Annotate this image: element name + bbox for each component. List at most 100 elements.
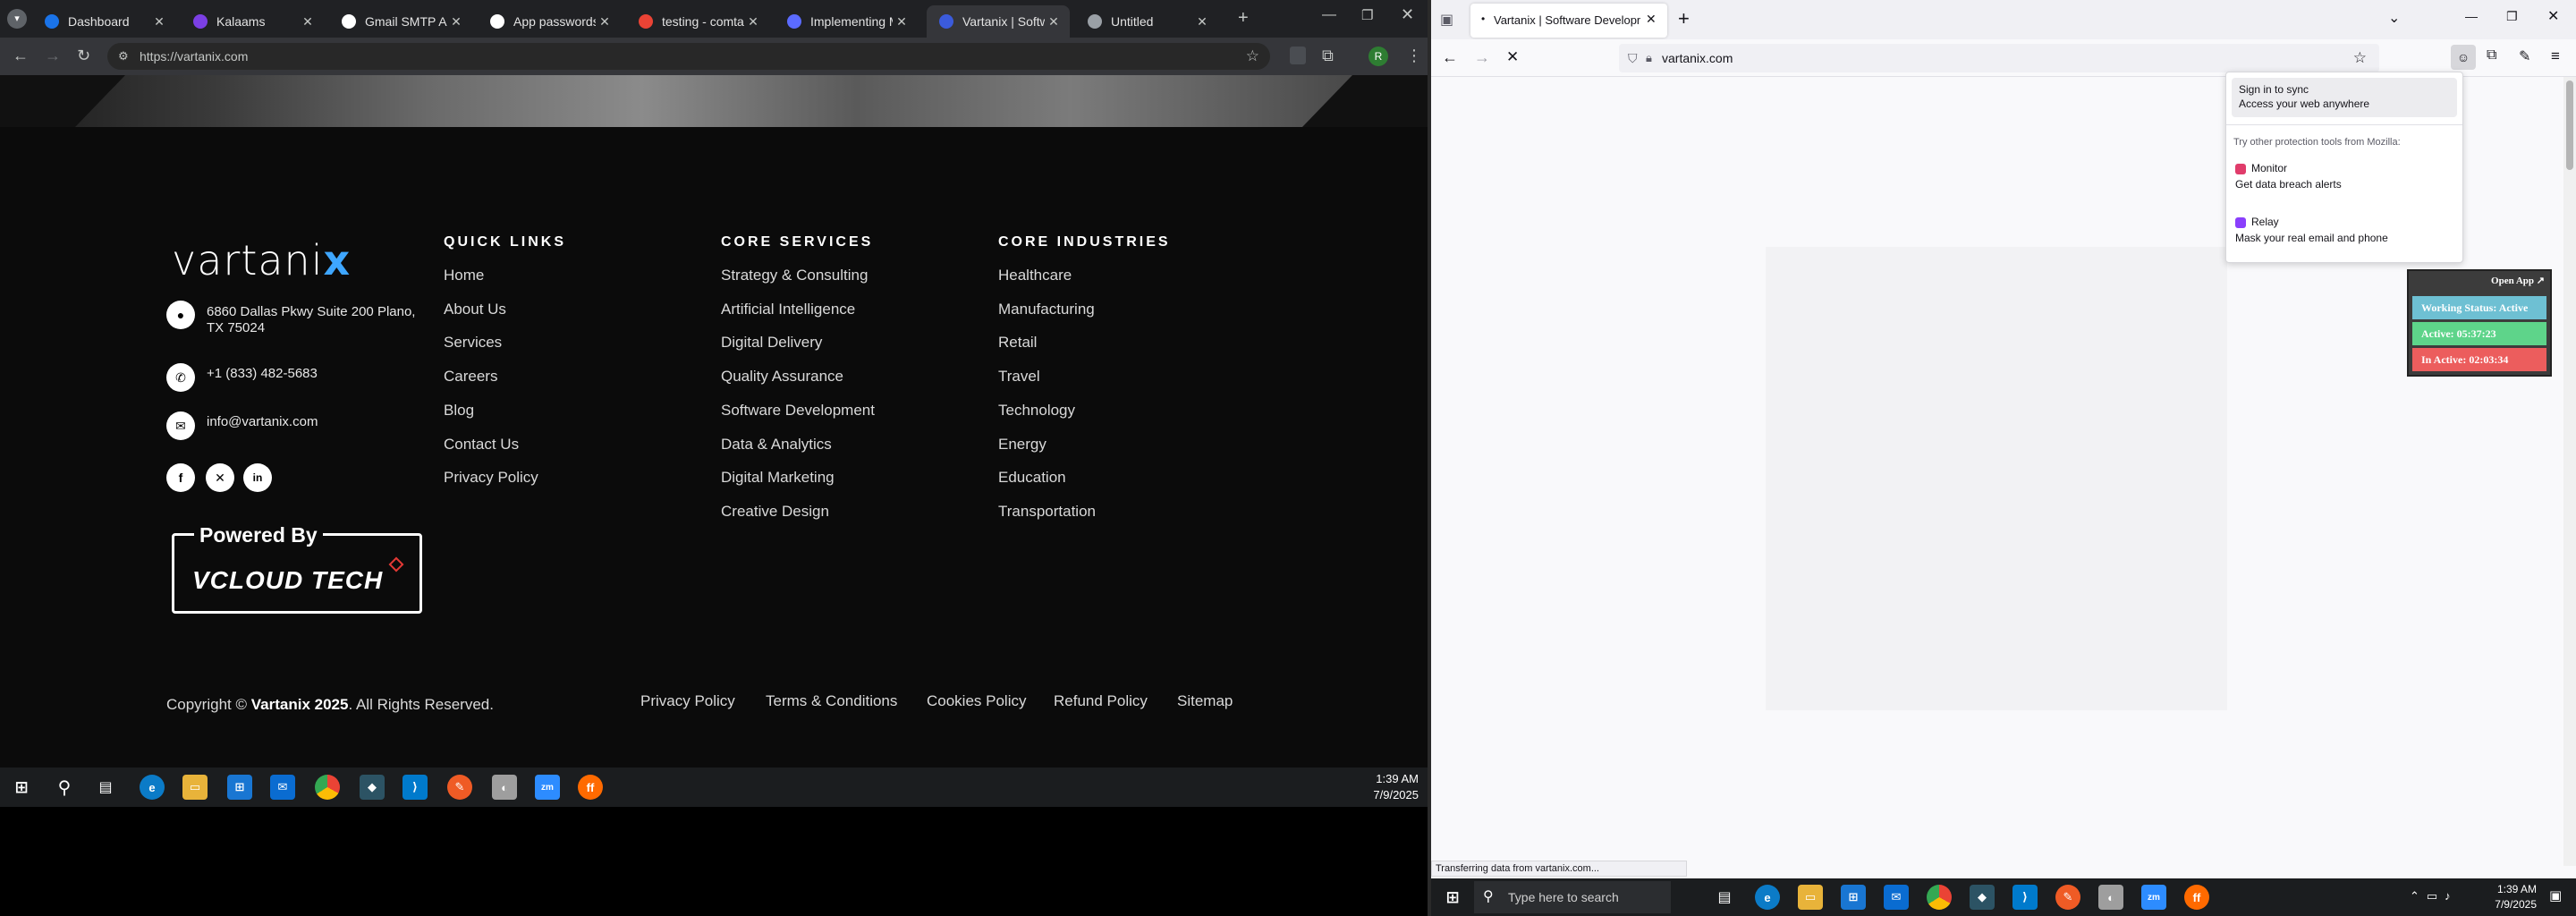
mail-app-icon[interactable]: ✉ — [270, 775, 295, 800]
file-explorer-icon[interactable]: ▭ — [182, 775, 208, 800]
firefox-address-bar[interactable]: ⛉ 🔒︎ vartanix.com ☆ — [1619, 44, 2379, 72]
bottom-link[interactable]: Privacy Policy — [640, 692, 735, 710]
bottom-link[interactable]: Cookies Policy — [927, 692, 1027, 710]
close-tab-icon[interactable]: ✕ — [1646, 12, 1657, 27]
chrome-tab[interactable]: Dashboard ✕ — [32, 5, 175, 38]
quick_links-link[interactable]: Services — [444, 334, 502, 352]
services-link[interactable]: Quality Assurance — [721, 368, 843, 386]
minimize-button[interactable]: — — [1322, 7, 1336, 23]
store-icon[interactable]: ⊞ — [1841, 885, 1866, 910]
chrome-tab[interactable]: Kalaams ✕ — [181, 5, 324, 38]
sign-in-sync-item[interactable]: Sign in to sync Access your web anywhere — [2232, 78, 2457, 117]
firefox-taskbar-icon[interactable]: ff — [578, 775, 603, 800]
vscode-icon[interactable]: ⟩ — [402, 775, 428, 800]
vartanix-logo[interactable]: vartanix — [172, 236, 351, 284]
address-bar[interactable]: ⚙ https://vartanix.com ☆ — [107, 43, 1270, 70]
taskbar-clock[interactable]: 1:39 AM 7/9/2025 — [2476, 882, 2537, 912]
site-info-icon[interactable]: ⚙ — [118, 43, 129, 70]
open-app-button[interactable]: Open App ↗ — [2491, 275, 2545, 286]
bookmark-star-icon[interactable]: ☆ — [1246, 43, 1259, 70]
close-tab-icon[interactable]: ✕ — [893, 14, 911, 30]
close-window-button[interactable]: ✕ — [2547, 7, 2559, 25]
zoom-icon[interactable]: zm — [2141, 885, 2166, 910]
eyedropper-icon[interactable]: ✎ — [2519, 47, 2530, 65]
chrome-tab[interactable]: Vartanix | Softwar✕ — [927, 5, 1070, 38]
x-twitter-icon[interactable]: ✕ — [206, 463, 234, 492]
quick_links-link[interactable]: Contact Us — [444, 436, 519, 454]
app-icon[interactable]: ◆ — [1970, 885, 1995, 910]
firefox-taskbar-icon[interactable]: ff — [2184, 885, 2209, 910]
file-explorer-icon[interactable]: ▭ — [1798, 885, 1823, 910]
close-tab-icon[interactable]: ✕ — [596, 14, 614, 30]
mail-app-icon[interactable]: ✉ — [1884, 885, 1909, 910]
tracking-shield-icon[interactable]: ⛉ — [1628, 44, 1638, 72]
close-tab-icon[interactable]: ✕ — [1045, 14, 1063, 30]
search-icon[interactable]: ⚲ — [52, 775, 77, 800]
quick_links-link[interactable]: Careers — [444, 368, 497, 386]
industries-link[interactable]: Energy — [998, 436, 1046, 454]
back-icon[interactable]: ← — [1442, 48, 1458, 67]
notification-icon[interactable]: ▣ — [2549, 887, 2562, 903]
chrome-tab[interactable]: Implementing Ma✕ — [775, 5, 918, 38]
new-tab-button[interactable]: + — [1678, 7, 1690, 30]
tray-icons[interactable]: ⌃▭♪ — [2410, 889, 2458, 903]
linkedin-icon[interactable]: in — [243, 463, 272, 492]
account-icon[interactable]: ☺ — [2451, 45, 2476, 70]
close-tab-icon[interactable]: ✕ — [744, 14, 762, 30]
close-tab-icon[interactable]: ✕ — [299, 14, 317, 30]
forward-icon[interactable]: → — [45, 47, 61, 65]
tab-search-button[interactable]: ▾ — [7, 9, 27, 29]
restore-button[interactable]: ❐ — [1361, 7, 1373, 23]
firefox-active-tab[interactable]: • Vartanix | Software Developme ✕ — [1470, 4, 1667, 38]
close-window-button[interactable]: ✕ — [1401, 5, 1414, 24]
hamburger-menu-icon[interactable]: ≡ — [2551, 47, 2560, 65]
chrome-taskbar-icon[interactable] — [1927, 885, 1952, 910]
app-icon-2[interactable]: ◐ — [492, 775, 517, 800]
services-link[interactable]: Digital Marketing — [721, 469, 835, 487]
reload-icon[interactable]: ↻ — [77, 47, 90, 65]
quick_links-link[interactable]: Privacy Policy — [444, 469, 538, 487]
facebook-icon[interactable]: f — [166, 463, 195, 492]
task-view-icon[interactable]: ▤ — [93, 775, 118, 800]
zoom-icon[interactable]: zm — [535, 775, 560, 800]
chrome-tab[interactable]: App passwords ✕ — [478, 5, 621, 38]
taskbar-search[interactable]: ⚲ Type here to search — [1474, 881, 1671, 913]
new-tab-button[interactable]: + — [1238, 8, 1249, 29]
stop-loading-icon[interactable]: ✕ — [1506, 48, 1519, 66]
app-icon-2[interactable]: ◐ — [2098, 885, 2123, 910]
services-link[interactable]: Digital Delivery — [721, 334, 822, 352]
quick_links-link[interactable]: Home — [444, 267, 484, 284]
store-icon[interactable]: ⊞ — [227, 775, 252, 800]
task-view-icon[interactable]: ▤ — [1712, 885, 1737, 910]
bottom-link[interactable]: Refund Policy — [1054, 692, 1148, 710]
industries-link[interactable]: Retail — [998, 334, 1037, 352]
email-text[interactable]: info@vartanix.com — [207, 414, 318, 430]
quick_links-link[interactable]: About Us — [444, 301, 506, 318]
chrome-taskbar-icon[interactable] — [315, 775, 340, 800]
bottom-link[interactable]: Sitemap — [1177, 692, 1233, 710]
windows-start-icon[interactable]: ⊞ — [9, 775, 34, 800]
chrome-tab[interactable]: testing - comtan ✕ — [626, 5, 769, 38]
close-tab-icon[interactable]: ✕ — [447, 14, 465, 30]
restore-button[interactable]: ❐ — [2506, 9, 2518, 24]
services-link[interactable]: Software Development — [721, 402, 875, 420]
postman-icon[interactable]: ✎ — [2055, 885, 2080, 910]
industries-link[interactable]: Travel — [998, 368, 1040, 386]
close-tab-icon[interactable]: ✕ — [150, 14, 168, 30]
vscode-icon[interactable]: ⟩ — [2012, 885, 2038, 910]
industries-link[interactable]: Healthcare — [998, 267, 1072, 284]
relay-item[interactable]: Relay Mask your real email and phone — [2232, 212, 2457, 251]
avatar[interactable]: R — [1368, 47, 1388, 66]
extensions-icon[interactable]: ⧉ — [2487, 47, 2496, 64]
windows-start-icon[interactable]: ⊞ — [1440, 885, 1465, 910]
monitor-item[interactable]: Monitor Get data breach alerts — [2232, 158, 2457, 198]
industries-link[interactable]: Technology — [998, 402, 1075, 420]
extensions-puzzle-icon[interactable]: ⧉ — [1322, 47, 1334, 65]
bottom-link[interactable]: Terms & Conditions — [766, 692, 897, 710]
phone-text[interactable]: +1 (833) 482-5683 — [207, 366, 318, 382]
edge-icon[interactable]: e — [140, 775, 165, 800]
postman-icon[interactable]: ✎ — [447, 775, 472, 800]
taskbar-clock[interactable]: 1:39 AM 7/9/2025 — [1342, 771, 1419, 803]
list-all-tabs-icon[interactable]: ⌄ — [2388, 9, 2400, 27]
menu-dots-icon[interactable]: ⋮ — [1406, 47, 1422, 65]
